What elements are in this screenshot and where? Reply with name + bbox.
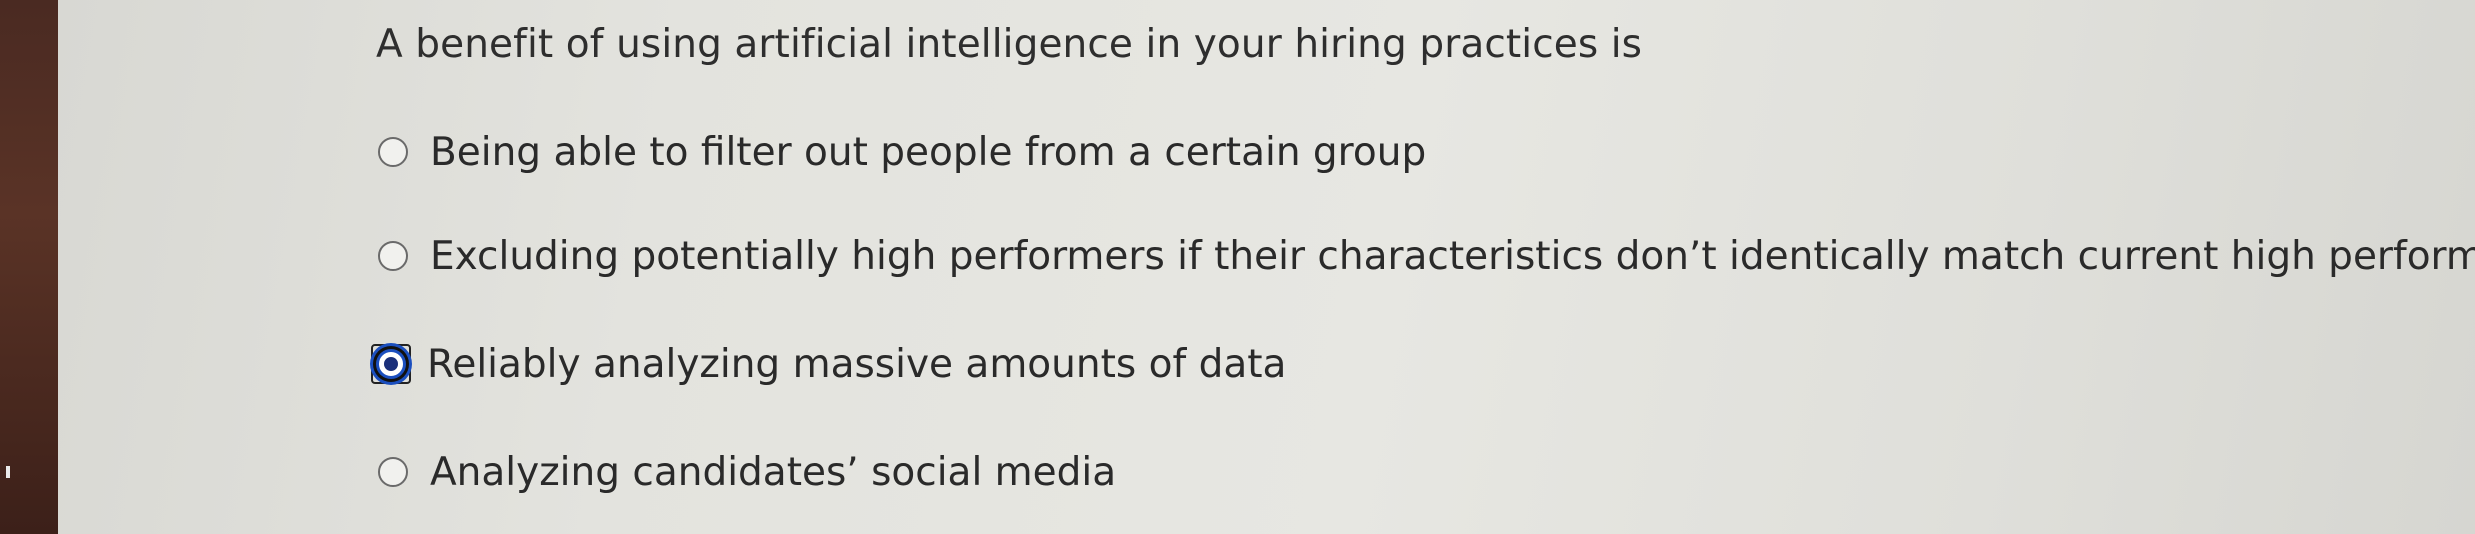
edge-mark (6, 466, 10, 478)
radio-button-icon[interactable] (378, 457, 408, 487)
radio-button-selected-icon[interactable] (376, 349, 406, 379)
left-frame-edge (0, 0, 58, 534)
answer-option-label: Excluding potentially high performers if… (430, 233, 2475, 279)
answer-option-label: Reliably analyzing massive amounts of da… (427, 341, 1287, 387)
answer-option-3[interactable]: Reliably analyzing massive amounts of da… (371, 334, 1287, 394)
answer-option-2[interactable]: Excluding potentially high performers if… (378, 226, 2475, 286)
radio-button-icon[interactable] (378, 241, 408, 271)
radio-button-icon[interactable] (378, 137, 408, 167)
answer-option-label: Analyzing candidates’ social media (430, 449, 1117, 495)
answer-option-1[interactable]: Being able to filter out people from a c… (378, 122, 1426, 182)
answer-option-label: Being able to filter out people from a c… (430, 129, 1427, 175)
answer-option-4[interactable]: Analyzing candidates’ social media (378, 442, 1116, 502)
focus-outline (371, 344, 411, 384)
question-text: A benefit of using artificial intelligen… (376, 22, 1643, 67)
quiz-page: A benefit of using artificial intelligen… (58, 0, 2475, 534)
